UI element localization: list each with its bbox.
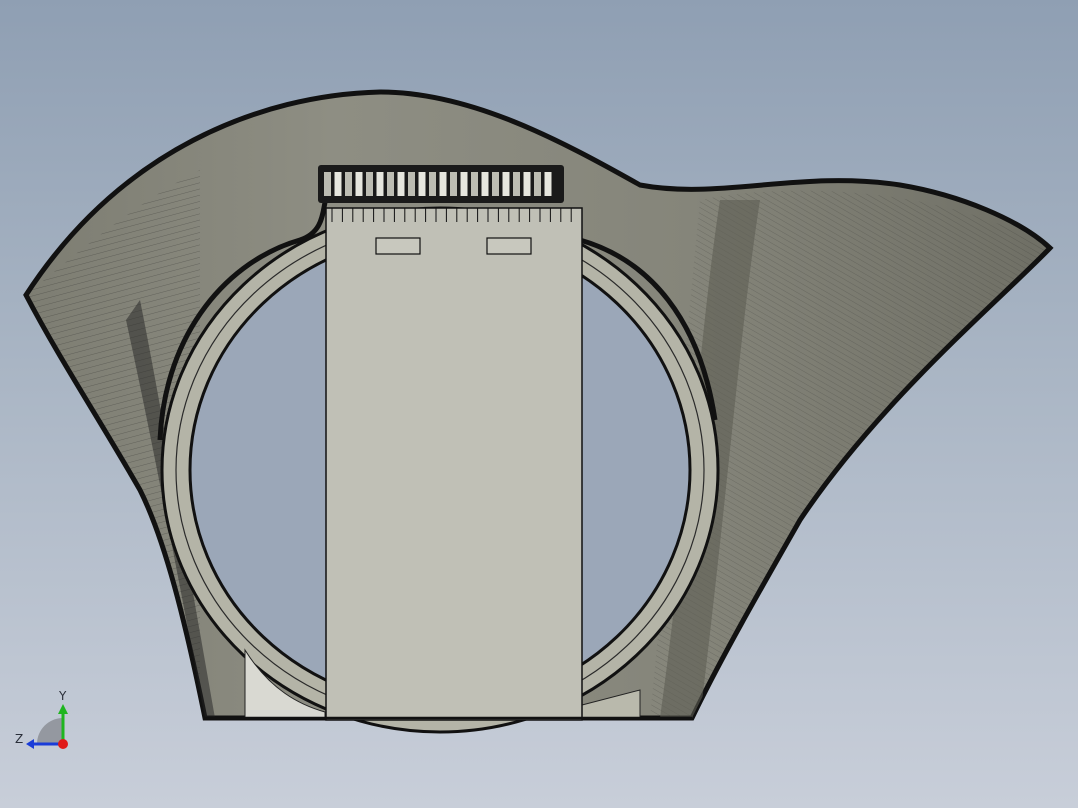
connector-tooth [492, 172, 499, 196]
connector-tooth [345, 172, 352, 196]
connector-tooth [387, 172, 394, 196]
orientation-triad[interactable]: Y Z [15, 689, 68, 749]
connector-tooth [334, 172, 342, 196]
triad-quadrant [37, 718, 63, 744]
connector-tooth [429, 172, 436, 196]
model-view[interactable]: Y Z [0, 0, 1078, 808]
connector-tooth [418, 172, 426, 196]
connector-tooth [481, 172, 489, 196]
triad-z-arrow [26, 739, 34, 749]
triad-z-label: Z [15, 732, 23, 746]
center-panel [325, 207, 583, 721]
connector-tooth [366, 172, 373, 196]
connector-tooth [513, 172, 520, 196]
triad-x-axis-dot [58, 739, 68, 749]
connector-tooth [460, 172, 468, 196]
connector-tooth [544, 172, 552, 196]
connector-tooth [450, 172, 457, 196]
connector-tooth [355, 172, 363, 196]
connector-tooth [534, 172, 541, 196]
connector-tooth [408, 172, 415, 196]
connector-tooth [324, 172, 331, 196]
triad-y-arrow [58, 704, 68, 714]
connector-tooth [397, 172, 405, 196]
connector-tooth [471, 172, 478, 196]
panel-slot-right [486, 237, 532, 255]
connector-tooth [523, 172, 531, 196]
triad-y-label: Y [58, 689, 67, 703]
cad-viewport[interactable]: Y Z [0, 0, 1078, 808]
connector-tooth [439, 172, 447, 196]
panel-slot-left [375, 237, 421, 255]
connector-tooth [376, 172, 384, 196]
connector-tooth [502, 172, 510, 196]
